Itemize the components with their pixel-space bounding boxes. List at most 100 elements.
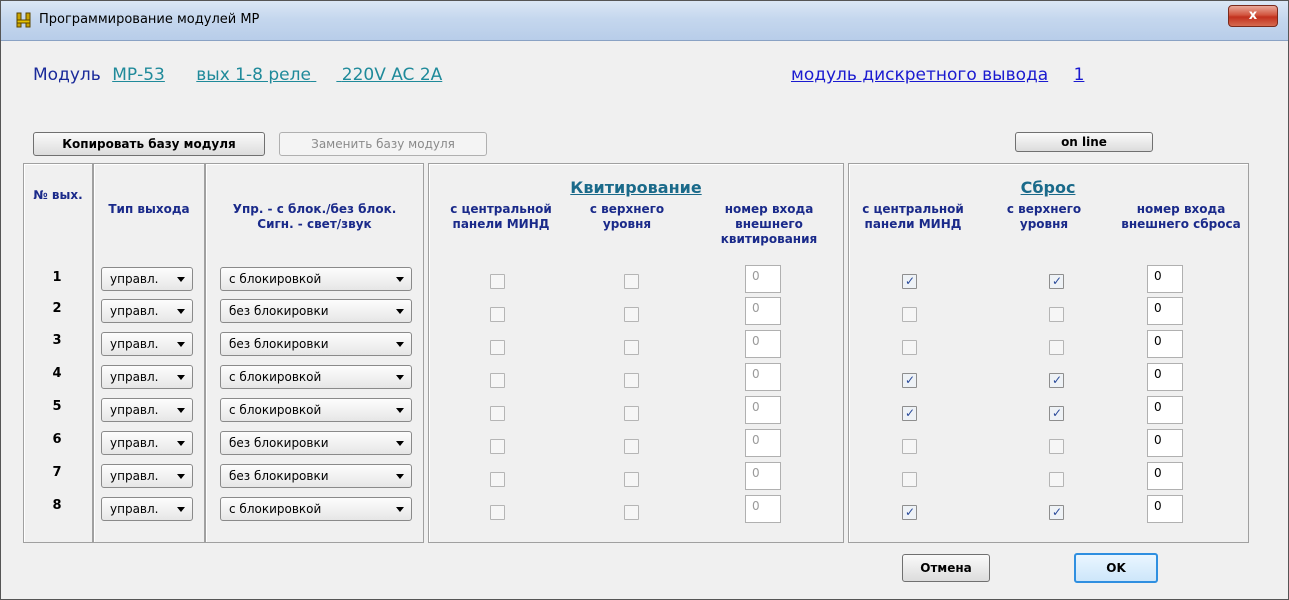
ack-col-input: номер входа внешнего квитирования	[720, 202, 818, 246]
module-type-link[interactable]: модуль дискретного вывода	[791, 65, 1048, 85]
ack-central-checkbox[interactable]	[490, 373, 505, 388]
reset-upper-checkbox[interactable]	[1049, 307, 1064, 322]
output-type-value: управл.	[110, 502, 159, 516]
reset-central-checkbox[interactable]: ✓	[902, 505, 917, 520]
ack-input-field[interactable]: 0	[745, 363, 781, 391]
ack-central-checkbox[interactable]	[490, 274, 505, 289]
ack-col-upper: с верхнего уровня	[589, 202, 665, 231]
reset-upper-checkbox[interactable]: ✓	[1049, 406, 1064, 421]
reset-upper-checkbox[interactable]: ✓	[1049, 373, 1064, 388]
ack-central-checkbox[interactable]	[490, 340, 505, 355]
check-icon: ✓	[905, 373, 916, 387]
mode-select[interactable]: без блокировки	[220, 464, 412, 488]
ack-upper-checkbox[interactable]	[624, 307, 639, 322]
reset-input-field[interactable]: 0	[1147, 429, 1183, 457]
chevron-down-icon	[177, 277, 185, 282]
output-type-value: управл.	[110, 370, 159, 384]
ack-col-central: с центральной панели МИНД	[450, 202, 552, 231]
ack-upper-checkbox[interactable]	[624, 472, 639, 487]
ack-central-checkbox[interactable]	[490, 406, 505, 421]
output-type-value: управл.	[110, 436, 159, 450]
ack-input-field[interactable]: 0	[745, 265, 781, 293]
ok-button[interactable]: OK	[1074, 553, 1158, 583]
reset-central-checkbox[interactable]	[902, 340, 917, 355]
reset-central-checkbox[interactable]: ✓	[902, 406, 917, 421]
close-button[interactable]: x	[1228, 5, 1278, 27]
ack-input-field[interactable]: 0	[745, 462, 781, 490]
reset-central-checkbox[interactable]	[902, 307, 917, 322]
ack-upper-checkbox[interactable]	[624, 406, 639, 421]
chevron-down-icon	[177, 342, 185, 347]
output-type-select[interactable]: управл.	[101, 497, 193, 521]
reset-central-checkbox[interactable]: ✓	[902, 274, 917, 289]
reset-central-checkbox[interactable]: ✓	[902, 373, 917, 388]
chevron-down-icon	[396, 408, 404, 413]
ack-central-checkbox[interactable]	[490, 439, 505, 454]
reset-central-checkbox[interactable]	[902, 439, 917, 454]
chevron-down-icon	[396, 507, 404, 512]
chevron-down-icon	[177, 309, 185, 314]
ack-input-field[interactable]: 0	[745, 297, 781, 325]
mode-select[interactable]: без блокировки	[220, 299, 412, 323]
reset-input-field[interactable]: 0	[1147, 330, 1183, 358]
online-button[interactable]: on line	[1015, 132, 1153, 152]
module-type-header: модуль дискретного вывода 1	[791, 65, 1084, 85]
reset-input-field[interactable]: 0	[1147, 297, 1183, 325]
app-icon	[16, 12, 31, 28]
output-type-select[interactable]: управл.	[101, 365, 193, 389]
reset-upper-checkbox[interactable]	[1049, 340, 1064, 355]
reset-central-checkbox[interactable]	[902, 472, 917, 487]
module-desc-link[interactable]: вых 1-8 реле 220V AC 2A	[196, 65, 442, 85]
ack-upper-checkbox[interactable]	[624, 373, 639, 388]
ack-upper-checkbox[interactable]	[624, 439, 639, 454]
ack-central-checkbox[interactable]	[490, 307, 505, 322]
ack-central-checkbox[interactable]	[490, 505, 505, 520]
row-num: 8	[52, 498, 62, 513]
output-type-select[interactable]: управл.	[101, 332, 193, 356]
reset-input-field[interactable]: 0	[1147, 495, 1183, 523]
ack-input-field[interactable]: 0	[745, 396, 781, 424]
module-number-link[interactable]: 1	[1074, 65, 1085, 85]
ack-upper-checkbox[interactable]	[624, 340, 639, 355]
module-header: Модуль МР-53 вых 1-8 реле 220V AC 2A	[33, 65, 442, 85]
check-icon: ✓	[1052, 406, 1063, 420]
reset-input-field[interactable]: 0	[1147, 396, 1183, 424]
ack-input-field[interactable]: 0	[745, 330, 781, 358]
replace-base-button[interactable]: Заменить базу модуля	[279, 132, 487, 156]
ack-input-field[interactable]: 0	[745, 429, 781, 457]
output-type-select[interactable]: управл.	[101, 398, 193, 422]
reset-upper-checkbox[interactable]: ✓	[1049, 274, 1064, 289]
mode-select[interactable]: с блокировкой	[220, 365, 412, 389]
module-desc: вых 1-8 реле	[196, 65, 311, 85]
reset-input-field[interactable]: 0	[1147, 265, 1183, 293]
mode-select[interactable]: с блокировкой	[220, 267, 412, 291]
mode-value: с блокировкой	[229, 502, 322, 516]
reset-input-field[interactable]: 0	[1147, 363, 1183, 391]
module-code-link[interactable]: МР-53	[112, 65, 165, 85]
mode-value: с блокировкой	[229, 403, 322, 417]
title-bar[interactable]: Программирование модулей МР x	[1, 1, 1288, 41]
reset-upper-checkbox[interactable]	[1049, 439, 1064, 454]
window-title: Программирование модулей МР	[39, 12, 260, 27]
ack-input-field[interactable]: 0	[745, 495, 781, 523]
mode-value: без блокировки	[229, 469, 329, 483]
mode-select[interactable]: без блокировки	[220, 431, 412, 455]
ack-central-checkbox[interactable]	[490, 472, 505, 487]
mode-select[interactable]: без блокировки	[220, 332, 412, 356]
check-icon: ✓	[905, 505, 916, 519]
reset-input-field[interactable]: 0	[1147, 462, 1183, 490]
mode-select[interactable]: с блокировкой	[220, 398, 412, 422]
output-type-select[interactable]: управл.	[101, 267, 193, 291]
output-type-select[interactable]: управл.	[101, 299, 193, 323]
row-num: 5	[52, 399, 62, 414]
ack-upper-checkbox[interactable]	[624, 505, 639, 520]
reset-upper-checkbox[interactable]: ✓	[1049, 505, 1064, 520]
output-type-select[interactable]: управл.	[101, 431, 193, 455]
cancel-button[interactable]: Отмена	[902, 554, 990, 582]
mode-select[interactable]: с блокировкой	[220, 497, 412, 521]
reset-upper-checkbox[interactable]	[1049, 472, 1064, 487]
ack-upper-checkbox[interactable]	[624, 274, 639, 289]
output-type-select[interactable]: управл.	[101, 464, 193, 488]
copy-base-button[interactable]: Копировать базу модуля	[33, 132, 265, 156]
chevron-down-icon	[177, 375, 185, 380]
